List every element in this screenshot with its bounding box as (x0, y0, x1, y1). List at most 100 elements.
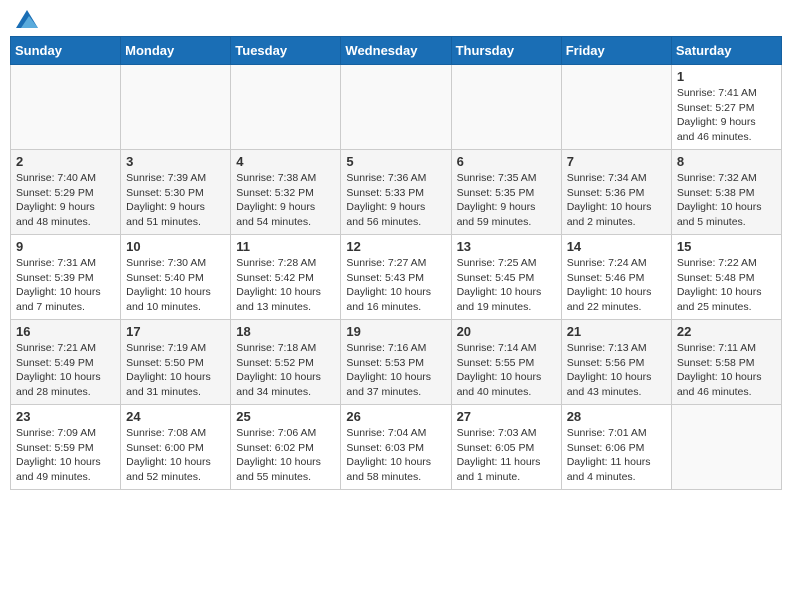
calendar-cell: 26 Sunrise: 7:04 AM Sunset: 6:03 PM Dayli… (341, 405, 451, 490)
day-info: Sunrise: 7:04 AM Sunset: 6:03 PM Dayligh… (346, 426, 445, 485)
weekday-header: Tuesday (231, 37, 341, 65)
day-number: 26 (346, 409, 445, 424)
day-number: 4 (236, 154, 335, 169)
day-number: 23 (16, 409, 115, 424)
calendar-cell: 14Sunrise: 7:24 AM Sunset: 5:46 PM Dayli… (561, 235, 671, 320)
day-info: Sunrise: 7:25 AM Sunset: 5:45 PM Dayligh… (457, 256, 556, 315)
day-info: Sunrise: 7:11 AM Sunset: 5:58 PM Dayligh… (677, 341, 776, 400)
calendar-cell: 24 Sunrise: 7:08 AM Sunset: 6:00 PM Dayli… (121, 405, 231, 490)
calendar-cell: 21 Sunrise: 7:13 AM Sunset: 5:56 PM Dayli… (561, 320, 671, 405)
weekday-header: Monday (121, 37, 231, 65)
calendar-cell: 22 Sunrise: 7:11 AM Sunset: 5:58 PM Dayli… (671, 320, 781, 405)
day-number: 20 (457, 324, 556, 339)
calendar-cell: 23 Sunrise: 7:09 AM Sunset: 5:59 PM Dayli… (11, 405, 121, 490)
weekday-header: Sunday (11, 37, 121, 65)
day-info: Sunrise: 7:28 AM Sunset: 5:42 PM Dayligh… (236, 256, 335, 315)
calendar-cell: 28 Sunrise: 7:01 AM Sunset: 6:06 PM Dayli… (561, 405, 671, 490)
day-number: 18 (236, 324, 335, 339)
calendar-cell: 17 Sunrise: 7:19 AM Sunset: 5:50 PM Dayli… (121, 320, 231, 405)
day-number: 16 (16, 324, 115, 339)
header-row: SundayMondayTuesdayWednesdayThursdayFrid… (11, 37, 782, 65)
day-info: Sunrise: 7:30 AM Sunset: 5:40 PM Dayligh… (126, 256, 225, 315)
day-info: Sunrise: 7:24 AM Sunset: 5:46 PM Dayligh… (567, 256, 666, 315)
day-info: Sunrise: 7:13 AM Sunset: 5:56 PM Dayligh… (567, 341, 666, 400)
calendar-header: SundayMondayTuesdayWednesdayThursdayFrid… (11, 37, 782, 65)
weekday-header: Thursday (451, 37, 561, 65)
day-number: 21 (567, 324, 666, 339)
day-info: Sunrise: 7:09 AM Sunset: 5:59 PM Dayligh… (16, 426, 115, 485)
day-number: 7 (567, 154, 666, 169)
calendar-cell (121, 65, 231, 150)
calendar-cell: 25 Sunrise: 7:06 AM Sunset: 6:02 PM Dayli… (231, 405, 341, 490)
day-info: Sunrise: 7:16 AM Sunset: 5:53 PM Dayligh… (346, 341, 445, 400)
day-number: 25 (236, 409, 335, 424)
day-info: Sunrise: 7:03 AM Sunset: 6:05 PM Dayligh… (457, 426, 556, 485)
calendar-cell: 19 Sunrise: 7:16 AM Sunset: 5:53 PM Dayli… (341, 320, 451, 405)
day-number: 3 (126, 154, 225, 169)
weekday-header: Wednesday (341, 37, 451, 65)
calendar-week-row: 23 Sunrise: 7:09 AM Sunset: 5:59 PM Dayli… (11, 405, 782, 490)
day-number: 6 (457, 154, 556, 169)
day-info: Sunrise: 7:08 AM Sunset: 6:00 PM Dayligh… (126, 426, 225, 485)
logo-icon (16, 10, 38, 28)
day-number: 13 (457, 239, 556, 254)
day-info: Sunrise: 7:06 AM Sunset: 6:02 PM Dayligh… (236, 426, 335, 485)
calendar-cell: 12Sunrise: 7:27 AM Sunset: 5:43 PM Dayli… (341, 235, 451, 320)
calendar-cell: 10 Sunrise: 7:30 AM Sunset: 5:40 PM Dayli… (121, 235, 231, 320)
day-number: 22 (677, 324, 776, 339)
day-info: Sunrise: 7:41 AM Sunset: 5:27 PM Dayligh… (677, 86, 776, 145)
day-info: Sunrise: 7:18 AM Sunset: 5:52 PM Dayligh… (236, 341, 335, 400)
weekday-header: Friday (561, 37, 671, 65)
day-info: Sunrise: 7:32 AM Sunset: 5:38 PM Dayligh… (677, 171, 776, 230)
day-number: 9 (16, 239, 115, 254)
calendar-cell: 18 Sunrise: 7:18 AM Sunset: 5:52 PM Dayli… (231, 320, 341, 405)
calendar-table: SundayMondayTuesdayWednesdayThursdayFrid… (10, 36, 782, 490)
day-number: 12 (346, 239, 445, 254)
calendar-cell (561, 65, 671, 150)
calendar-week-row: 1 Sunrise: 7:41 AM Sunset: 5:27 PM Daylig… (11, 65, 782, 150)
calendar-body: 1 Sunrise: 7:41 AM Sunset: 5:27 PM Daylig… (11, 65, 782, 490)
day-info: Sunrise: 7:22 AM Sunset: 5:48 PM Dayligh… (677, 256, 776, 315)
day-info: Sunrise: 7:40 AM Sunset: 5:29 PM Dayligh… (16, 171, 115, 230)
calendar-week-row: 9 Sunrise: 7:31 AM Sunset: 5:39 PM Daylig… (11, 235, 782, 320)
calendar-cell (11, 65, 121, 150)
calendar-cell: 13 Sunrise: 7:25 AM Sunset: 5:45 PM Dayli… (451, 235, 561, 320)
day-number: 8 (677, 154, 776, 169)
calendar-cell: 1 Sunrise: 7:41 AM Sunset: 5:27 PM Daylig… (671, 65, 781, 150)
day-number: 1 (677, 69, 776, 84)
day-number: 10 (126, 239, 225, 254)
day-number: 24 (126, 409, 225, 424)
day-number: 5 (346, 154, 445, 169)
day-number: 19 (346, 324, 445, 339)
calendar-cell: 11 Sunrise: 7:28 AM Sunset: 5:42 PM Dayli… (231, 235, 341, 320)
day-info: Sunrise: 7:34 AM Sunset: 5:36 PM Dayligh… (567, 171, 666, 230)
day-info: Sunrise: 7:38 AM Sunset: 5:32 PM Dayligh… (236, 171, 335, 230)
calendar-cell: 2Sunrise: 7:40 AM Sunset: 5:29 PM Daylig… (11, 150, 121, 235)
calendar-week-row: 2Sunrise: 7:40 AM Sunset: 5:29 PM Daylig… (11, 150, 782, 235)
calendar-cell (231, 65, 341, 150)
day-number: 17 (126, 324, 225, 339)
day-info: Sunrise: 7:31 AM Sunset: 5:39 PM Dayligh… (16, 256, 115, 315)
day-info: Sunrise: 7:35 AM Sunset: 5:35 PM Dayligh… (457, 171, 556, 230)
day-info: Sunrise: 7:36 AM Sunset: 5:33 PM Dayligh… (346, 171, 445, 230)
logo (14, 10, 38, 28)
page-header (10, 10, 782, 28)
day-info: Sunrise: 7:21 AM Sunset: 5:49 PM Dayligh… (16, 341, 115, 400)
calendar-cell: 5 Sunrise: 7:36 AM Sunset: 5:33 PM Daylig… (341, 150, 451, 235)
calendar-cell: 20Sunrise: 7:14 AM Sunset: 5:55 PM Dayli… (451, 320, 561, 405)
day-number: 11 (236, 239, 335, 254)
calendar-week-row: 16 Sunrise: 7:21 AM Sunset: 5:49 PM Dayli… (11, 320, 782, 405)
calendar-cell: 9 Sunrise: 7:31 AM Sunset: 5:39 PM Daylig… (11, 235, 121, 320)
day-number: 28 (567, 409, 666, 424)
day-info: Sunrise: 7:19 AM Sunset: 5:50 PM Dayligh… (126, 341, 225, 400)
day-info: Sunrise: 7:01 AM Sunset: 6:06 PM Dayligh… (567, 426, 666, 485)
calendar-cell: 15 Sunrise: 7:22 AM Sunset: 5:48 PM Dayli… (671, 235, 781, 320)
day-info: Sunrise: 7:39 AM Sunset: 5:30 PM Dayligh… (126, 171, 225, 230)
day-number: 15 (677, 239, 776, 254)
calendar-cell (671, 405, 781, 490)
calendar-cell (451, 65, 561, 150)
calendar-cell: 3 Sunrise: 7:39 AM Sunset: 5:30 PM Daylig… (121, 150, 231, 235)
calendar-cell: 6 Sunrise: 7:35 AM Sunset: 5:35 PM Daylig… (451, 150, 561, 235)
calendar-cell: 27Sunrise: 7:03 AM Sunset: 6:05 PM Dayli… (451, 405, 561, 490)
weekday-header: Saturday (671, 37, 781, 65)
